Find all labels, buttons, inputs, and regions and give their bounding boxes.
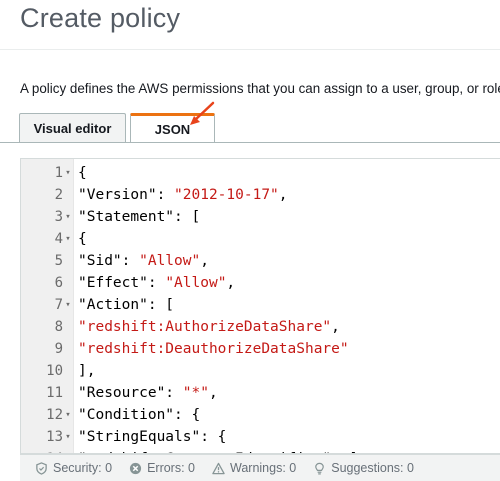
code-line[interactable]: 10], [21,360,500,382]
shield-icon [36,461,47,475]
warnings-count: Warnings: 0 [230,461,297,475]
line-code: "Sid": "Allow", [78,250,209,272]
line-code: "Condition": { [78,404,200,426]
string-token: "redshift:DeauthorizeDataShare" [78,341,349,357]
line-number: 9 [54,341,63,357]
code-token: "Sid": [78,253,140,269]
error-icon [129,462,142,474]
string-token: "2012-10-17" [174,187,279,203]
code-token: { [78,165,87,181]
line-code: { [78,162,87,184]
fold-toggle-icon[interactable]: ▾ [63,426,73,448]
line-number: 2 [54,187,63,203]
code-token: ], [78,363,96,379]
string-token: "*" [182,385,209,401]
line-code: "Effect": "Allow", [78,272,235,294]
line-number: 8 [54,319,63,335]
code-token: "Statement": [ [78,209,201,225]
fold-toggle-icon[interactable]: ▾ [63,206,73,228]
code-token: "Version": [78,187,175,203]
code-line[interactable]: 13 ▾ "StringEquals": { [21,426,500,448]
line-number: 3 [54,209,63,225]
code-token: , [278,187,288,203]
code-token: "Resource": [78,385,183,401]
line-code: "redshift:AuthorizeDataShare", [78,316,340,338]
fold-toggle-icon[interactable]: ▾ [63,228,73,250]
line-code: "StringEquals": { [78,426,226,448]
json-policy-editor[interactable]: 1 ▾{2 "Version": "2012-10-17", 3 ▾ "Statement… [20,158,500,454]
code-line[interactable]: 4 ▾ { [21,228,500,250]
code-line[interactable]: 2 "Version": "2012-10-17", [21,184,500,206]
line-code: "redshift:DeauthorizeDataShare" [78,338,349,360]
line-number: 4 [54,231,63,247]
line-code: "Action": [ [78,294,174,316]
line-number: 5 [54,253,63,269]
code-line[interactable]: 3 ▾ "Statement": [ [21,206,500,228]
line-code: "Version": "2012-10-17", [78,184,288,206]
code-line[interactable]: 9 "redshift:DeauthorizeDataShare" [21,338,500,360]
code-line[interactable]: 5 "Sid": "Allow", [21,250,500,272]
lightbulb-icon [315,462,325,474]
line-code: ], [78,360,95,382]
string-token: "Allow" [139,253,201,269]
code-token: , [208,385,218,401]
security-count: Security: 0 [53,461,113,475]
code-token: "Effect": [78,275,166,291]
header-divider [0,49,500,50]
line-number: 12 [46,407,63,423]
suggestions-status[interactable]: Suggestions: 0 [313,461,414,475]
code-line[interactable]: 11 "Resource": "*", [21,382,500,404]
line-number: 10 [46,363,63,379]
code-token: , [226,275,236,291]
code-token: { [78,231,87,247]
warning-icon [212,462,225,474]
security-status[interactable]: Security: 0 [35,461,112,475]
fold-toggle-icon[interactable]: ▾ [63,162,73,184]
page-title: Create policy [20,3,181,33]
page-description: A policy defines the AWS permissions tha… [20,81,500,96]
line-number: 6 [54,275,63,291]
code-token: , [331,319,340,335]
string-token: "redshift:AuthorizeDataShare" [78,319,332,335]
code-line[interactable]: 6 "Effect": "Allow", [21,272,500,294]
validation-status-bar: Security: 0 Errors: 0 Warnings: 0 Sugges… [20,454,500,481]
fold-toggle-icon[interactable]: ▾ [63,404,73,426]
code-lines: 1 ▾{2 "Version": "2012-10-17", 3 ▾ "Statement… [21,162,500,453]
line-code: "Statement": [ [78,206,200,228]
line-number: 7 [54,297,63,313]
annotation-arrow-icon [190,101,215,125]
errors-count: Errors: 0 [147,461,195,475]
line-number: 13 [46,429,63,445]
warnings-status[interactable]: Warnings: 0 [212,461,296,475]
fold-toggle-icon[interactable]: ▾ [63,294,73,316]
errors-status[interactable]: Errors: 0 [129,461,195,475]
code-line[interactable]: 12 ▾ "Condition": { [21,404,500,426]
line-code: { [78,228,87,250]
code-line[interactable]: 7 ▾ "Action": [ [21,294,500,316]
suggestions-count: Suggestions: 0 [331,461,414,475]
code-line[interactable]: 8 "redshift:AuthorizeDataShare", [21,316,500,338]
code-token: "Condition": { [78,407,201,423]
code-token: "Action": [ [78,297,175,313]
tab-visual-editor[interactable]: Visual editor [19,113,126,143]
code-token: "StringEquals": { [78,429,227,445]
code-token: , [200,253,209,269]
code-line[interactable]: 1 ▾ { [21,162,500,184]
line-code: "Resource": "*", [78,382,218,404]
string-token: "Allow" [165,275,227,291]
line-number: 11 [46,385,63,401]
line-number: 1 [54,165,63,181]
tabs-divider [0,142,500,143]
